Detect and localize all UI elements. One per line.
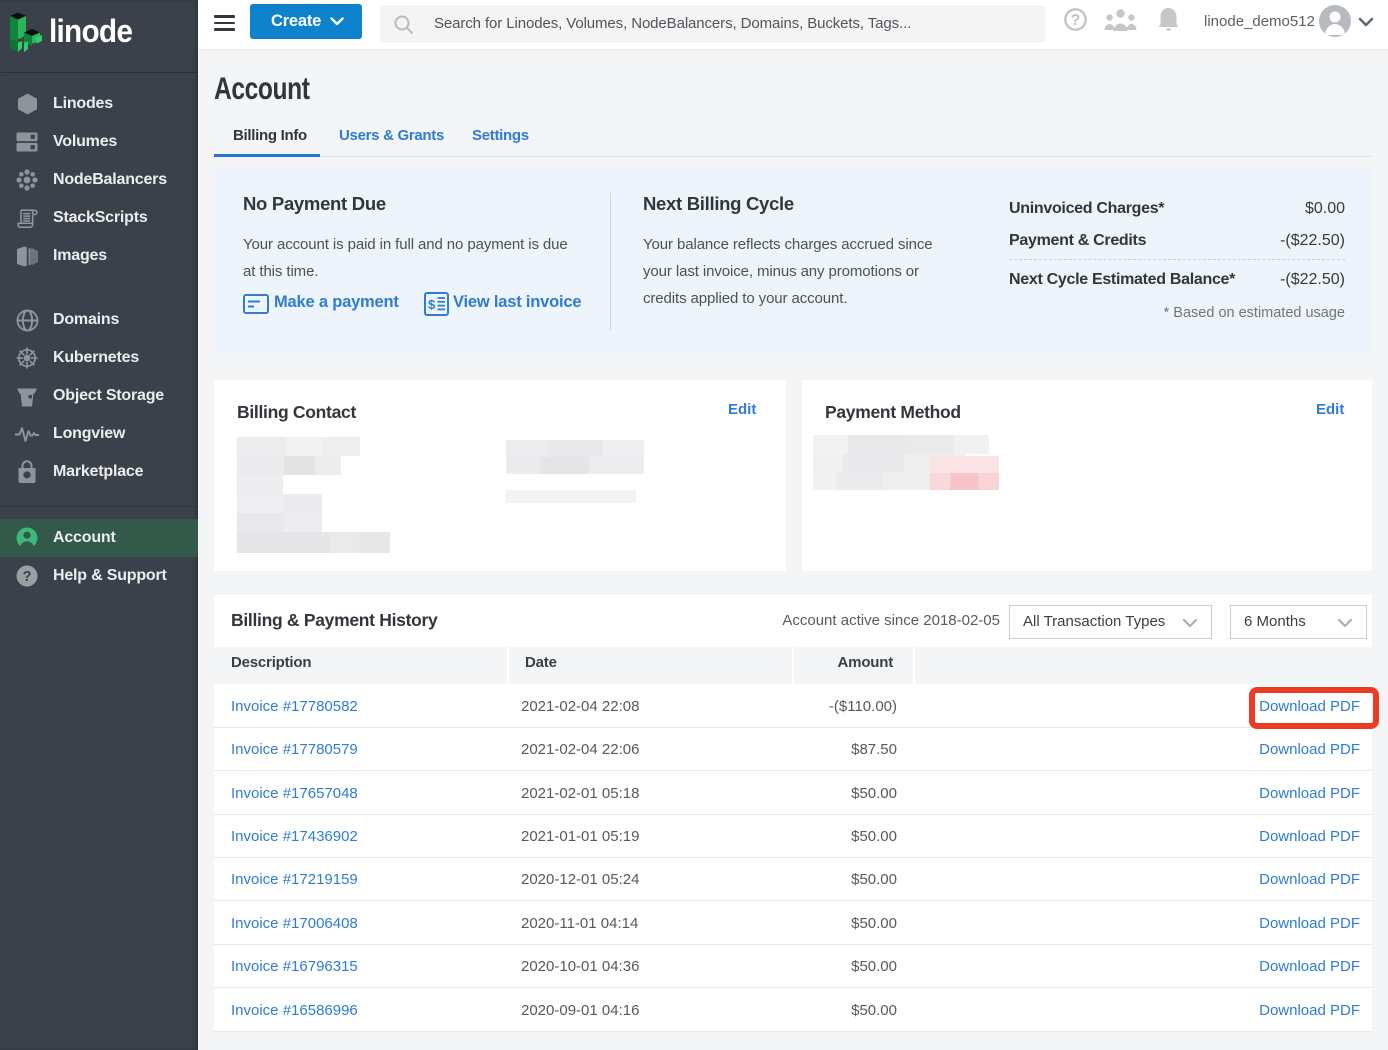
svg-text:?: ?	[1071, 12, 1080, 29]
svg-text:?: ?	[23, 569, 32, 585]
svg-text:$: $	[428, 297, 436, 312]
